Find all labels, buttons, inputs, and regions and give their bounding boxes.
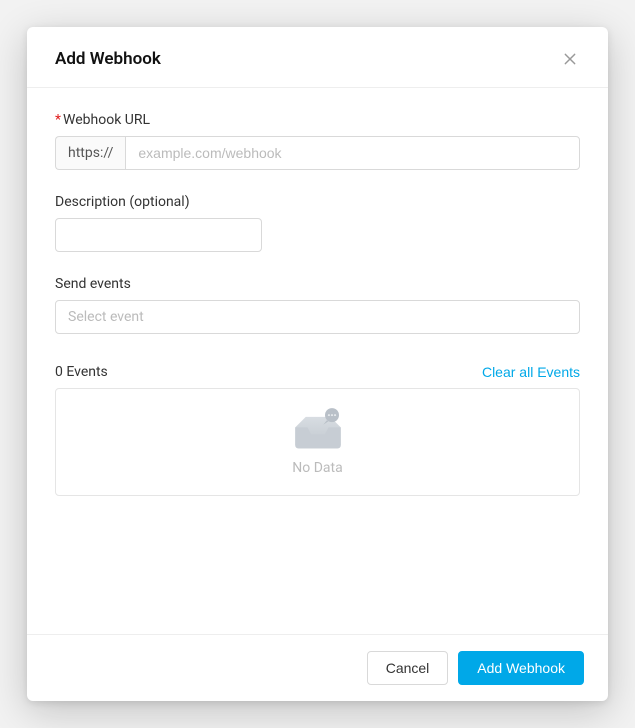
description-input[interactable]	[55, 218, 262, 252]
close-button[interactable]	[560, 49, 580, 69]
clear-all-events-button[interactable]: Clear all Events	[482, 364, 580, 380]
required-indicator: *	[55, 112, 61, 128]
modal-header: Add Webhook	[27, 27, 608, 88]
events-list-empty: No Data	[55, 388, 580, 496]
webhook-url-field: *Webhook URL https://	[55, 112, 580, 170]
event-select[interactable]: Select event	[55, 300, 580, 334]
no-data-text: No Data	[292, 460, 342, 476]
modal-overlay: Add Webhook *Webhook URL https:// Des	[0, 0, 635, 728]
url-prefix: https://	[55, 136, 125, 170]
modal-body: *Webhook URL https:// Description (optio…	[27, 88, 608, 634]
events-section: 0 Events Clear all Events	[55, 364, 580, 496]
events-count: 0 Events	[55, 364, 108, 380]
description-label: Description (optional)	[55, 194, 580, 210]
cancel-button[interactable]: Cancel	[367, 651, 449, 685]
modal-footer: Cancel Add Webhook	[27, 634, 608, 701]
empty-inbox-icon	[290, 408, 346, 452]
description-field: Description (optional)	[55, 194, 580, 252]
events-header: 0 Events Clear all Events	[55, 364, 580, 380]
send-events-label: Send events	[55, 276, 580, 292]
close-icon	[562, 51, 578, 67]
add-webhook-button[interactable]: Add Webhook	[458, 651, 584, 685]
webhook-url-label: *Webhook URL	[55, 112, 580, 128]
modal-title: Add Webhook	[55, 49, 161, 69]
add-webhook-modal: Add Webhook *Webhook URL https:// Des	[27, 27, 608, 701]
webhook-url-input-group: https://	[55, 136, 580, 170]
webhook-url-input[interactable]	[125, 136, 580, 170]
send-events-field: Send events Select event	[55, 276, 580, 334]
